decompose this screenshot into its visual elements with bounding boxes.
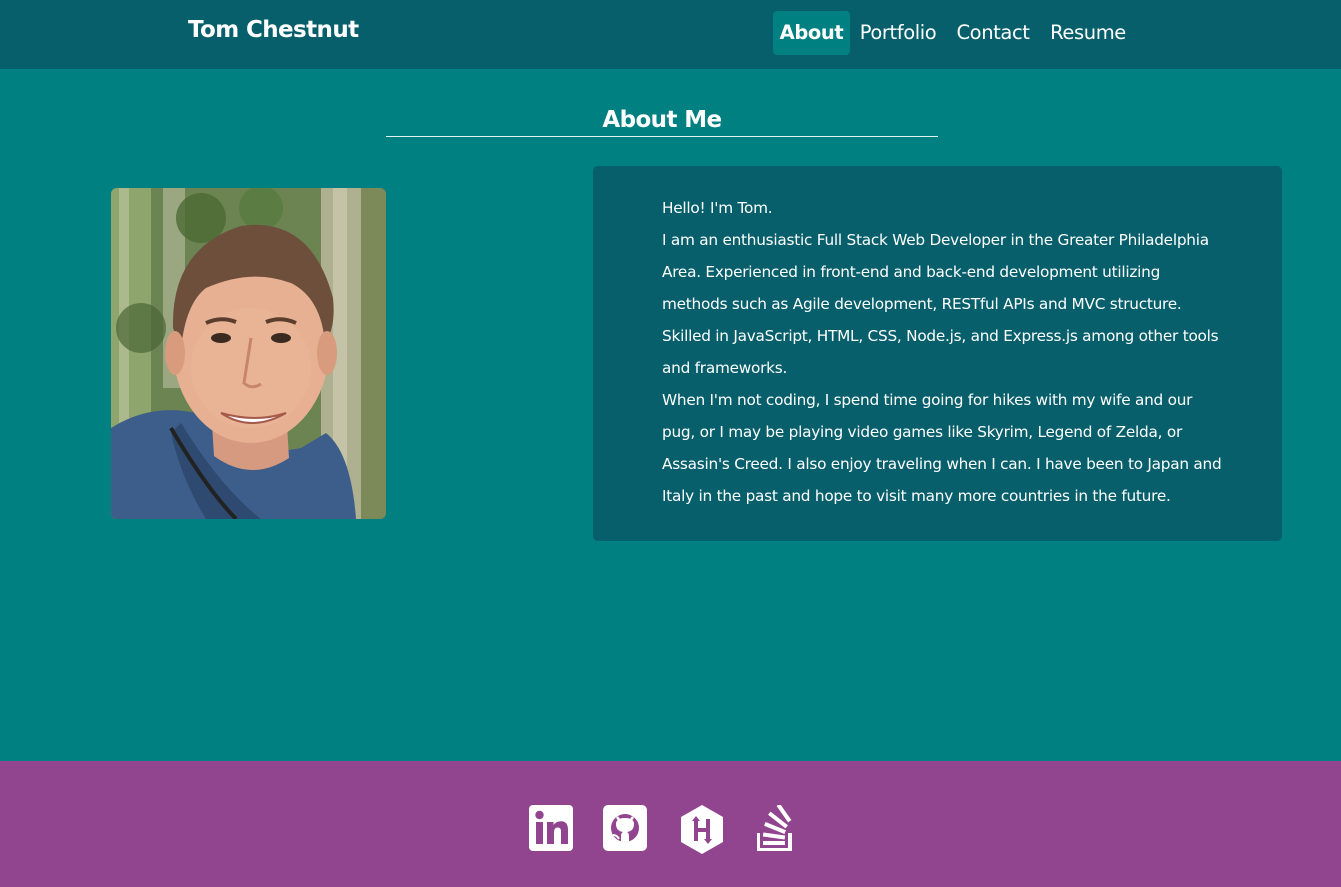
footer	[0, 761, 1341, 887]
page-title: About Me	[602, 107, 722, 133]
stackoverflow-icon[interactable]	[756, 803, 803, 852]
title-underline	[386, 136, 938, 137]
profile-photo	[111, 188, 386, 519]
bio-hobbies: When I'm not coding, I spend time going …	[662, 391, 1222, 505]
brand-name[interactable]: Tom Chestnut	[188, 17, 359, 43]
bio-experience: I am an enthusiastic Full Stack Web Deve…	[662, 231, 1219, 377]
bio-text: Hello! I'm Tom. I am an enthusiastic Ful…	[662, 192, 1222, 512]
nav-link-portfolio[interactable]: Portfolio	[857, 11, 939, 55]
github-icon[interactable]	[603, 805, 649, 851]
bio-card: Hello! I'm Tom. I am an enthusiastic Ful…	[593, 166, 1282, 541]
nav-link-contact[interactable]: Contact	[955, 11, 1031, 55]
linkedin-icon[interactable]	[529, 805, 575, 851]
nav-link-resume[interactable]: Resume	[1048, 11, 1128, 55]
bio-greeting: Hello! I'm Tom.	[662, 199, 773, 217]
hackerrank-icon[interactable]	[679, 805, 725, 854]
nav-link-about[interactable]: About	[773, 11, 850, 55]
navbar: Tom Chestnut About Portfolio Contact Res…	[0, 0, 1341, 69]
